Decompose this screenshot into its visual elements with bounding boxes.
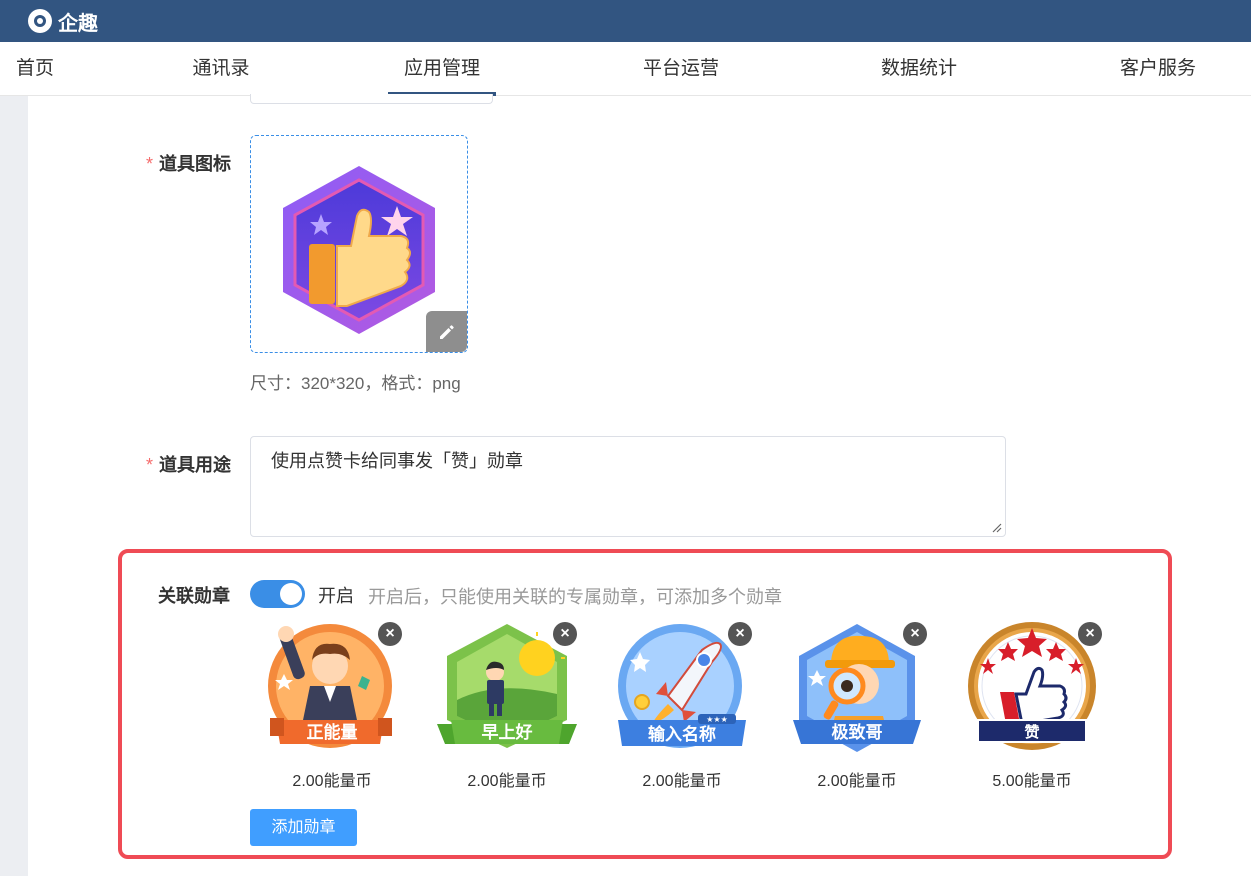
icon-size-hint: 尺寸：320*320，格式：png bbox=[250, 374, 461, 393]
usage-field-label: * 道具用途 bbox=[146, 455, 232, 475]
resize-grip-icon[interactable] bbox=[992, 523, 1002, 533]
svg-text:输入名称: 输入名称 bbox=[648, 724, 716, 745]
top-bar: 企趣 bbox=[0, 0, 1251, 42]
svg-text:早上好: 早上好 bbox=[482, 722, 533, 743]
svg-text:正能量: 正能量 bbox=[307, 722, 358, 743]
add-medal-button[interactable]: 添加勋章 bbox=[250, 809, 357, 846]
medal-price: 2.00能量币 bbox=[817, 773, 897, 790]
icon-upload-box[interactable] bbox=[250, 135, 468, 353]
app-name: 企趣 bbox=[58, 12, 98, 35]
logo-icon bbox=[28, 9, 52, 33]
usage-textarea[interactable]: 使用点赞卡给同事发「赞」勋章 bbox=[250, 436, 1006, 537]
toggle-state-label: 开启 bbox=[318, 586, 354, 606]
remove-medal-button[interactable]: × bbox=[728, 622, 752, 646]
main-nav: 首页 通讯录 应用管理 平台运营 数据统计 客户服务 bbox=[0, 42, 1251, 96]
required-mark: * bbox=[146, 455, 154, 475]
svg-text:★★★: ★★★ bbox=[706, 715, 728, 724]
nav-item-home[interactable]: 首页 bbox=[16, 42, 54, 96]
nav-item-app-management[interactable]: 应用管理 bbox=[388, 42, 496, 96]
previous-input-field[interactable] bbox=[250, 94, 493, 104]
required-mark: * bbox=[146, 154, 154, 174]
edit-icon-button[interactable] bbox=[426, 311, 467, 352]
nav-item-contacts[interactable]: 通讯录 bbox=[192, 42, 250, 96]
svg-text:赞: 赞 bbox=[1023, 723, 1039, 741]
remove-medal-button[interactable]: × bbox=[378, 622, 402, 646]
icon-field-label: * 道具图标 bbox=[146, 154, 232, 174]
medals-description: 开启后，只能使用关联的专属勋章，可添加多个勋章 bbox=[368, 587, 782, 607]
medals-toggle[interactable] bbox=[250, 580, 305, 608]
toggle-knob bbox=[280, 583, 302, 605]
medals-field-label: 关联勋章 bbox=[158, 586, 230, 606]
remove-medal-button[interactable]: × bbox=[1078, 622, 1102, 646]
remove-medal-button[interactable]: × bbox=[553, 622, 577, 646]
nav-item-customer-service[interactable]: 客户服务 bbox=[1119, 42, 1197, 96]
pencil-icon bbox=[439, 324, 454, 339]
remove-medal-button[interactable]: × bbox=[903, 622, 927, 646]
medal-price: 2.00能量币 bbox=[467, 773, 547, 790]
medal-price: 2.00能量币 bbox=[292, 773, 372, 790]
medal-price: 2.00能量币 bbox=[642, 773, 722, 790]
nav-item-statistics[interactable]: 数据统计 bbox=[880, 42, 958, 96]
sidebar-strip bbox=[0, 96, 28, 876]
medal-price: 5.00能量币 bbox=[992, 773, 1072, 790]
nav-item-platform-ops[interactable]: 平台运营 bbox=[642, 42, 720, 96]
app-logo[interactable]: 企趣 bbox=[28, 8, 98, 35]
usage-text: 使用点赞卡给同事发「赞」勋章 bbox=[271, 451, 523, 471]
svg-text:极致哥: 极致哥 bbox=[832, 722, 883, 743]
